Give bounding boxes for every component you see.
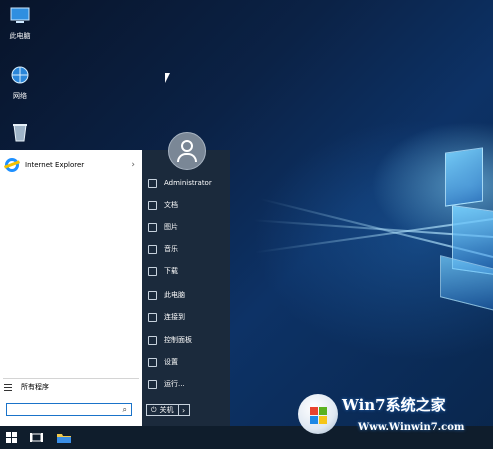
document-icon [148,200,157,210]
recycle-bin-icon [13,124,27,142]
file-explorer-icon[interactable] [56,430,72,445]
chevron-right-icon: › [181,405,186,415]
menu-item-pictures[interactable]: 图片 [148,221,178,233]
user-name: Administrator [164,179,212,187]
wallpaper-window-pane [445,147,483,207]
menu-item-this-pc[interactable]: 此电脑 [148,289,185,301]
computer-icon [10,7,30,23]
menu-item-label: 音乐 [164,245,178,253]
search-icon: ⌕ [122,405,127,414]
menu-item-music[interactable]: 音乐 [148,243,178,255]
all-programs-button[interactable]: 所有程序 [4,382,49,392]
connect-icon [148,312,157,322]
all-programs-label: 所有程序 [21,383,49,391]
menu-item-connect-to[interactable]: 连接到 [148,311,185,323]
pinned-item-internet-explorer[interactable]: Internet Explorer › [3,155,139,175]
run-icon [148,379,157,389]
menu-item-label: 文档 [164,201,178,209]
divider [3,378,139,379]
mouse-cursor-icon [165,73,170,83]
user-avatar-body [177,153,197,162]
internet-explorer-icon [5,158,19,172]
power-options-button[interactable]: › [178,404,190,416]
music-icon [148,244,157,254]
desktop-icon-computer[interactable]: 此电脑 [0,6,40,41]
chevron-right-icon[interactable]: › [131,160,135,170]
menu-item-documents[interactable]: 文档 [148,199,178,211]
power-icon: ⏻ [151,405,157,414]
windows-start-icon[interactable] [4,430,20,445]
windows-flag-icon [310,407,328,425]
watermark: Win7系统之家 Www.Winwin7.com [296,390,493,446]
task-view-icon[interactable] [29,430,45,445]
menu-item-label: 设置 [164,358,178,366]
windows-7-logo-icon [298,394,338,434]
menu-item-run[interactable]: 运行... [148,378,185,390]
network-icon [11,66,29,84]
menu-item-control-panel[interactable]: 控制面板 [148,334,192,346]
menu-item-settings[interactable]: 设置 [148,356,178,368]
search-input[interactable]: ⌕ [6,403,132,416]
user-avatar[interactable] [168,132,206,170]
power-control: ⏻ 关机 › [146,404,190,416]
desktop-icon-network[interactable]: 网络 [0,66,40,101]
user-avatar-icon [181,140,193,152]
menu-item-label: 运行... [164,380,185,388]
pinned-item-label: Internet Explorer [25,161,85,169]
user-icon [148,178,157,188]
picture-icon [148,222,157,232]
menu-item-label: 此电脑 [164,291,185,299]
menu-item-label: 连接到 [164,313,185,321]
watermark-url: Www.Winwin7.com [358,422,465,433]
menu-item-user[interactable]: Administrator [148,177,212,189]
control-panel-icon [148,335,157,345]
start-menu-left-panel: Internet Explorer › 所有程序 ⌕ [0,150,142,426]
menu-item-downloads[interactable]: 下载 [148,265,178,277]
shutdown-label: 关机 [159,406,174,414]
desktop-icon-label: 网络 [13,92,27,100]
gear-icon [148,357,157,367]
list-icon [4,383,12,391]
watermark-title: Win7系统之家 [342,396,446,414]
desktop-icon-recycle-bin[interactable] [0,122,40,147]
download-icon [148,266,157,276]
start-menu-right-panel: Administrator 文档 图片 音乐 下载 此电脑 连接到 控制面板 设… [142,150,230,426]
menu-item-label: 下载 [164,267,178,275]
menu-item-label: 控制面板 [164,336,192,344]
computer-icon [148,290,157,300]
menu-item-label: 图片 [164,223,178,231]
desktop: 此电脑 网络 Internet Explorer › 所有程序 ⌕ Admini… [0,0,493,449]
shutdown-button[interactable]: ⏻ 关机 [146,404,179,416]
desktop-icon-label: 此电脑 [9,32,31,40]
